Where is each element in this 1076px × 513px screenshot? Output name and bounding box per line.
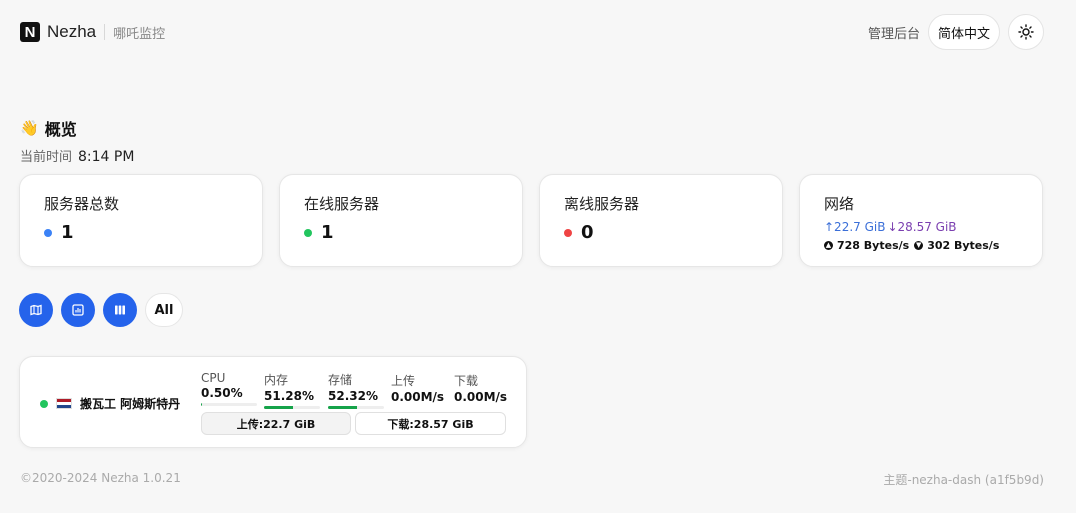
metric-label: CPU xyxy=(201,371,226,385)
server-name: 搬瓦工 阿姆斯特丹 xyxy=(80,397,181,411)
metric-value: 52.32% xyxy=(328,389,378,403)
network-download-total: ↓28.57 GiB xyxy=(887,220,957,234)
disk-usage-bar xyxy=(328,406,384,409)
cpu-usage-bar xyxy=(201,403,257,406)
top-header: N Nezha 哪吒监控 管理后台 简体中文 xyxy=(20,14,1044,50)
stat-number-online: 1 xyxy=(321,222,334,243)
metric-disk: 存储 52.32% xyxy=(328,371,384,409)
grid-view-button[interactable] xyxy=(103,293,137,327)
brand-divider xyxy=(104,24,106,40)
metric-memory: 内存 51.28% xyxy=(264,371,320,409)
stat-label-offline: 离线服务器 xyxy=(564,195,640,213)
brand[interactable]: N Nezha 哪吒监控 xyxy=(20,22,165,42)
network-speed: ▲ 728 Bytes/s ▼ 302 Bytes/s xyxy=(824,239,1018,252)
stat-label-online: 在线服务器 xyxy=(304,195,380,213)
status-dot-icon xyxy=(44,228,52,237)
footer-theme: 主题-nezha-dash (a1f5b9d) xyxy=(883,473,1044,487)
metric-value: 51.28% xyxy=(264,389,314,403)
metric-label: 存储 xyxy=(328,373,353,387)
memory-usage-fill xyxy=(264,406,293,409)
map-icon xyxy=(30,304,42,316)
admin-link[interactable]: 管理后台 xyxy=(868,23,920,42)
server-card[interactable]: 搬瓦工 阿姆斯特丹 CPU 0.50% 内存 51.28% 存储 52.32% … xyxy=(19,356,527,448)
online-status-icon xyxy=(40,399,48,408)
traffic-upload-badge: 上传:22.7 GiB xyxy=(201,412,351,435)
metric-value: 0.50% xyxy=(201,386,243,400)
header-actions: 管理后台 简体中文 xyxy=(868,14,1044,50)
netherlands-flag-icon xyxy=(56,398,72,409)
server-name-row: 搬瓦工 阿姆斯特丹 xyxy=(40,395,180,412)
current-time-value: 8:14 PM xyxy=(78,149,135,165)
stat-value-online: 1 xyxy=(304,222,498,243)
metric-download: 下载 0.00M/s xyxy=(454,372,510,404)
stat-number-offline: 0 xyxy=(581,222,594,243)
network-label: 网络 xyxy=(824,195,855,213)
arrow-down-circle-icon: ▼ xyxy=(914,241,924,250)
stat-value-total: 1 xyxy=(44,222,238,243)
grid-icon xyxy=(115,305,125,315)
stat-label-total: 服务器总数 xyxy=(44,195,120,213)
metric-value: 0.00M/s xyxy=(454,390,508,404)
footer-copyright: ©2020-2024 Nezha 1.0.21 xyxy=(20,471,181,485)
metric-label: 上传 xyxy=(391,374,416,388)
filter-all-button[interactable]: All xyxy=(145,293,183,327)
current-time: 当前时间 8:14 PM xyxy=(20,146,134,165)
status-dot-icon xyxy=(564,228,572,237)
network-download-speed: 302 Bytes/s xyxy=(927,239,1000,252)
traffic-download-badge: 下载:28.57 GiB xyxy=(355,412,506,435)
current-time-label: 当前时间 xyxy=(20,150,73,165)
map-view-button[interactable] xyxy=(19,293,53,327)
network-upload-speed: 728 Bytes/s xyxy=(837,239,910,252)
stat-card-offline[interactable]: 离线服务器 0 xyxy=(539,174,783,267)
theme-toggle-button[interactable] xyxy=(1008,14,1044,50)
chart-icon xyxy=(72,304,84,316)
network-traffic: ↑22.7 GiB ↓28.57 GiB xyxy=(824,220,1018,234)
chart-view-button[interactable] xyxy=(61,293,95,327)
metric-value: 0.00M/s xyxy=(391,390,445,404)
metric-label: 内存 xyxy=(264,373,289,387)
network-upload-total: ↑22.7 GiB xyxy=(824,220,886,234)
stat-card-online[interactable]: 在线服务器 1 xyxy=(279,174,523,267)
overview-title: 👋 概览 xyxy=(20,116,134,140)
metric-upload: 上传 0.00M/s xyxy=(391,372,447,404)
arrow-up-circle-icon: ▲ xyxy=(824,241,833,250)
stat-number-total: 1 xyxy=(61,222,74,243)
brand-name: Nezha xyxy=(47,22,97,41)
stat-value-offline: 0 xyxy=(564,222,758,243)
view-switcher: All xyxy=(19,293,183,327)
brand-subtitle: 哪吒监控 xyxy=(113,26,166,42)
stat-card-network: 网络 ↑22.7 GiB ↓28.57 GiB ▲ 728 Bytes/s ▼ 3… xyxy=(799,174,1043,267)
overview-section: 👋 概览 当前时间 8:14 PM xyxy=(20,116,134,165)
stat-card-total[interactable]: 服务器总数 1 xyxy=(19,174,263,267)
metric-cpu: CPU 0.50% xyxy=(201,371,257,406)
status-dot-icon xyxy=(304,228,312,237)
wave-icon: 👋 xyxy=(20,119,39,137)
metric-label: 下载 xyxy=(454,374,479,388)
disk-usage-fill xyxy=(328,406,358,409)
memory-usage-bar xyxy=(264,406,320,409)
sun-icon xyxy=(1018,24,1034,40)
language-button[interactable]: 简体中文 xyxy=(927,14,1000,50)
nezha-logo: N xyxy=(20,22,40,42)
overview-title-text: 概览 xyxy=(44,120,77,139)
